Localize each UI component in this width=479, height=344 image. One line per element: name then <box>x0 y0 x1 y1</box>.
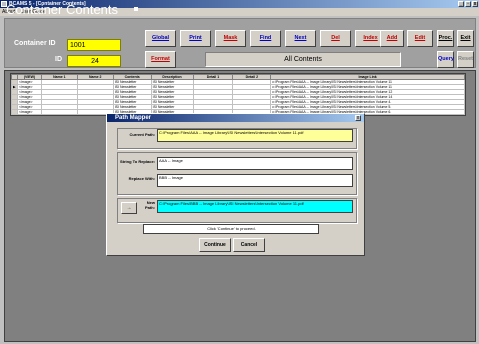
new-path-label-line2: Path: <box>145 205 155 210</box>
mask-button[interactable]: Mask <box>215 30 246 47</box>
string-to-replace-field[interactable]: AAA -- Image <box>157 157 353 170</box>
id-field[interactable]: 24 <box>67 55 121 67</box>
current-path-label: Current Path: <box>129 132 155 137</box>
apply-mapping-button[interactable]: → <box>121 202 137 214</box>
view-status: All Contents <box>205 52 401 67</box>
maximize-button[interactable]: ▫ <box>465 1 471 7</box>
container-id-field[interactable]: 1001 <box>67 39 121 51</box>
print-button[interactable]: Print <box>180 30 211 47</box>
minimize-button[interactable]: _ <box>458 1 464 7</box>
continue-button[interactable]: Continue <box>199 238 231 252</box>
new-path-field[interactable]: C:\Program Files\BBB -- Image Library\IS… <box>157 200 353 213</box>
replace-with-label: Replace With: <box>128 176 155 181</box>
cell-view[interactable]: <image> <box>16 109 42 115</box>
format-button[interactable]: Format <box>145 51 176 68</box>
container-id-label: Container ID <box>14 40 56 47</box>
query-button[interactable]: Query <box>437 51 454 68</box>
record-indicator <box>134 7 138 11</box>
dialog-title-bar: Path Mapper <box>107 114 364 122</box>
global-button[interactable]: Global <box>145 30 176 47</box>
find-button[interactable]: Find <box>250 30 281 47</box>
exit-button[interactable]: Exit <box>457 30 474 47</box>
del-button[interactable]: Del <box>320 30 351 47</box>
status-message: Click 'Continue' to proceed. <box>143 224 319 234</box>
reset-button[interactable]: Reset <box>457 51 474 68</box>
cancel-button[interactable]: Cancel <box>233 238 265 252</box>
add-button[interactable]: Add <box>380 30 404 47</box>
proc-button[interactable]: Proc. <box>437 30 454 47</box>
edit-button[interactable]: Edit <box>407 30 433 47</box>
dialog-title: Path Mapper <box>115 115 152 121</box>
page-title: Container Contents <box>6 2 119 17</box>
cell-name1[interactable] <box>40 109 78 115</box>
dialog-close-button[interactable]: x <box>355 115 361 121</box>
main-window: BCAMS 5 - [Container Contents] _ ▫ x Abo… <box>0 0 479 344</box>
records-table[interactable]: (VIEW) Name 1 Name 2 Contents Descriptio… <box>10 73 466 116</box>
replace-with-field[interactable]: BBB -- Image <box>157 174 353 187</box>
id-label: ID <box>55 56 62 63</box>
close-button[interactable]: x <box>472 1 478 7</box>
new-path-label: New Path: <box>137 200 155 210</box>
path-mapper-dialog: Path Mapper x Current Path: C:\Program F… <box>106 113 365 256</box>
current-path-field[interactable]: C:\Program Files\AAA -- Image Library\IS… <box>157 129 353 142</box>
string-to-replace-label: String To Replace: <box>119 159 155 164</box>
next-button[interactable]: Next <box>285 30 316 47</box>
